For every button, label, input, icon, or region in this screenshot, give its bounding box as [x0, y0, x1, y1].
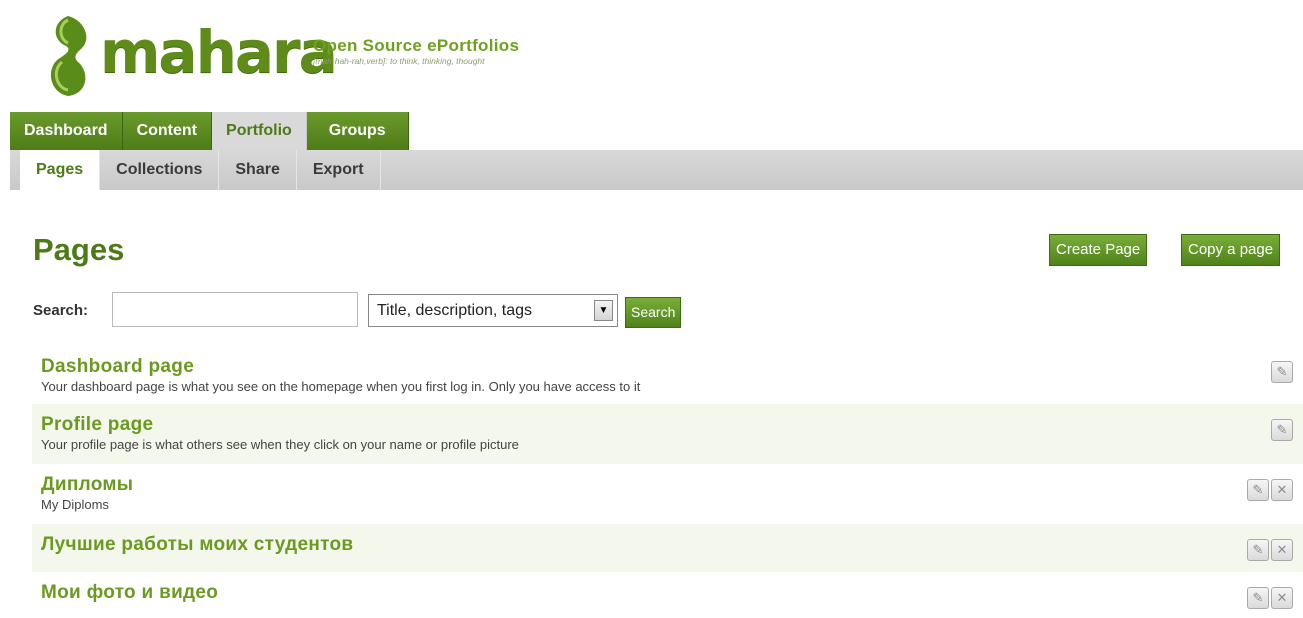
row-actions: ✎ ✕ [1247, 587, 1293, 609]
page-title-link[interactable]: Лучшие работы моих студентов [41, 534, 1303, 556]
subtab-export[interactable]: Export [297, 150, 381, 190]
subtab-share[interactable]: Share [219, 150, 297, 190]
close-icon[interactable]: ✕ [1271, 479, 1293, 501]
sub-nav: Pages Collections Share Export [10, 150, 1303, 190]
page-description: My Diploms [41, 497, 109, 512]
pencil-icon[interactable]: ✎ [1247, 479, 1269, 501]
list-item: Лучшие работы моих студентов ✎ ✕ [32, 524, 1303, 572]
subtab-pages[interactable]: Pages [20, 150, 101, 190]
main-nav: Dashboard Content Portfolio Groups [10, 112, 409, 150]
search-scope-select[interactable]: Title, description, tags ▼ [368, 294, 618, 327]
search-label: Search: [33, 302, 89, 319]
subtab-collections[interactable]: Collections [100, 150, 220, 190]
page-description: Your profile page is what others see whe… [41, 437, 519, 452]
row-actions: ✎ [1271, 361, 1293, 383]
list-item: Дипломы My Diploms ✎ ✕ [32, 464, 1303, 524]
tab-dashboard[interactable]: Dashboard [10, 112, 123, 150]
close-icon[interactable]: ✕ [1271, 539, 1293, 561]
list-item: Dashboard page Your dashboard page is wh… [32, 346, 1303, 404]
tab-content[interactable]: Content [122, 112, 213, 150]
list-item: Мои фото и видео ✎ ✕ [32, 572, 1303, 618]
search-scope-value: Title, description, tags [377, 301, 533, 319]
logo-wordmark: mahara [100, 18, 338, 86]
tagline: Open Source ePortfolios [mah-hah-rah,ver… [313, 36, 519, 66]
page-description: Your dashboard page is what you see on t… [41, 379, 641, 394]
tagline-subtitle: [mah-hah-rah,verb]: to think, thinking, … [313, 56, 485, 66]
tab-portfolio[interactable]: Portfolio [212, 112, 307, 150]
tab-groups[interactable]: Groups [306, 112, 409, 150]
page-list: Dashboard page Your dashboard page is wh… [32, 346, 1303, 618]
search-button[interactable]: Search [625, 297, 682, 328]
row-actions: ✎ ✕ [1247, 479, 1293, 501]
copy-page-button[interactable]: Copy a page [1181, 234, 1281, 266]
row-actions: ✎ [1271, 419, 1293, 441]
page-title-link[interactable]: Мои фото и видео [41, 582, 1303, 604]
tagline-title: Open Source ePortfolios [313, 36, 520, 55]
search-input[interactable] [112, 292, 358, 327]
row-actions: ✎ ✕ [1247, 539, 1293, 561]
page-title-link[interactable]: Дипломы [41, 474, 1303, 496]
chevron-down-icon[interactable]: ▼ [594, 300, 613, 321]
pencil-icon[interactable]: ✎ [1247, 539, 1269, 561]
page-title-link[interactable]: Dashboard page [41, 356, 1303, 378]
page-title-link[interactable]: Profile page [41, 414, 1303, 436]
close-icon[interactable]: ✕ [1271, 587, 1293, 609]
list-item: Profile page Your profile page is what o… [32, 404, 1303, 464]
pencil-icon[interactable]: ✎ [1247, 587, 1269, 609]
pencil-icon[interactable]: ✎ [1271, 361, 1293, 383]
pencil-icon[interactable]: ✎ [1271, 419, 1293, 441]
create-page-button[interactable]: Create Page [1049, 234, 1148, 266]
page-title: Pages [33, 232, 125, 267]
